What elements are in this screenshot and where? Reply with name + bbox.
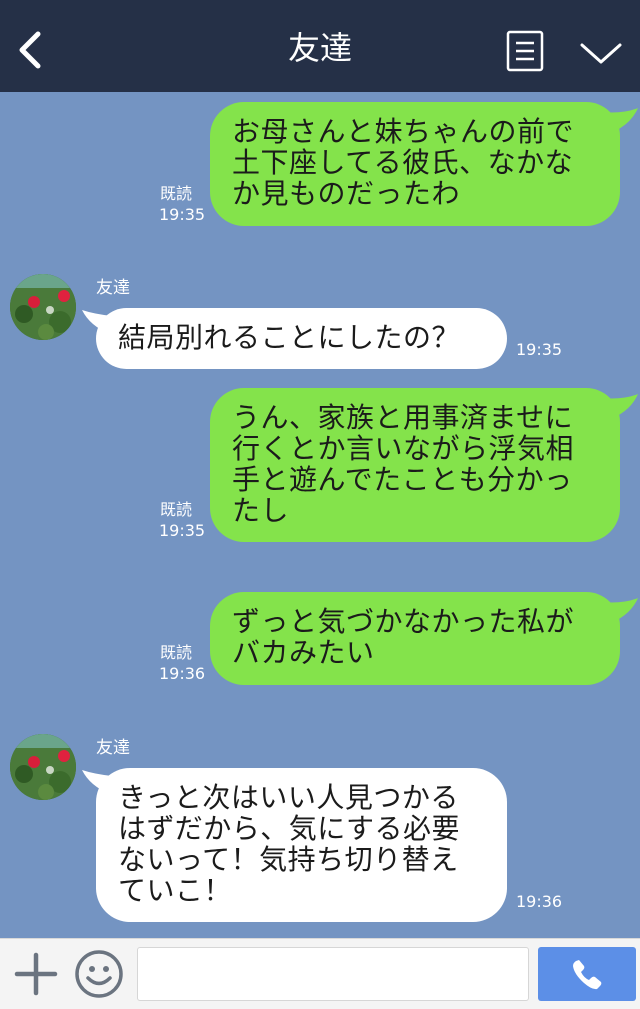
menu-button[interactable] <box>506 30 544 72</box>
chevron-down-icon <box>580 43 622 64</box>
sender-name: 友達 <box>96 278 130 298</box>
add-button[interactable] <box>14 951 58 997</box>
back-button[interactable] <box>12 26 52 74</box>
call-button[interactable] <box>538 947 636 1001</box>
read-receipt: 既読 <box>160 500 193 519</box>
chat-header: 友達 <box>0 0 640 92</box>
message-composer <box>0 938 640 1009</box>
friend-avatar[interactable] <box>10 734 76 800</box>
sender-name: 友達 <box>96 738 130 758</box>
friend-message-bubble[interactable]: 結局別れることにしたの？ <box>96 308 507 369</box>
friend-message-bubble[interactable]: きっと次はいい人見つかる はずだから、気にする必要 ないって！気持ち切り替え て… <box>96 768 507 922</box>
smiley-icon <box>75 950 123 998</box>
message-time: 19:36 <box>159 664 206 683</box>
friend-avatar[interactable] <box>10 274 76 340</box>
chat-title: 友達 <box>287 29 352 67</box>
message-time: 19:35 <box>159 521 206 540</box>
message-time: 19:35 <box>159 205 206 224</box>
chat-area[interactable]: 既読 19:35 お母さんと妹ちゃんの前で 土下座してる彼氏、なかな か見ものだ… <box>0 92 640 938</box>
my-message-bubble[interactable]: ずっと気づかなかった私が バカみたい <box>210 592 620 685</box>
plus-icon <box>14 952 58 996</box>
read-receipt: 既読 <box>160 184 193 203</box>
message-time: 19:36 <box>516 892 563 911</box>
collapse-button[interactable] <box>578 36 624 70</box>
my-message-bubble[interactable]: お母さんと妹ちゃんの前で 土下座してる彼氏、なかな か見ものだったわ <box>210 102 620 226</box>
message-time: 19:35 <box>516 340 563 359</box>
read-receipt: 既読 <box>160 643 193 662</box>
list-menu-icon <box>506 30 544 72</box>
chevron-left-icon <box>19 31 41 69</box>
my-message-bubble[interactable]: うん、家族と用事済ませに 行くとか言いながら浮気相 手と遊んでたことも分かっ た… <box>210 388 620 542</box>
phone-icon <box>573 960 602 990</box>
emoji-button[interactable] <box>74 949 124 999</box>
message-input[interactable] <box>137 947 529 1001</box>
